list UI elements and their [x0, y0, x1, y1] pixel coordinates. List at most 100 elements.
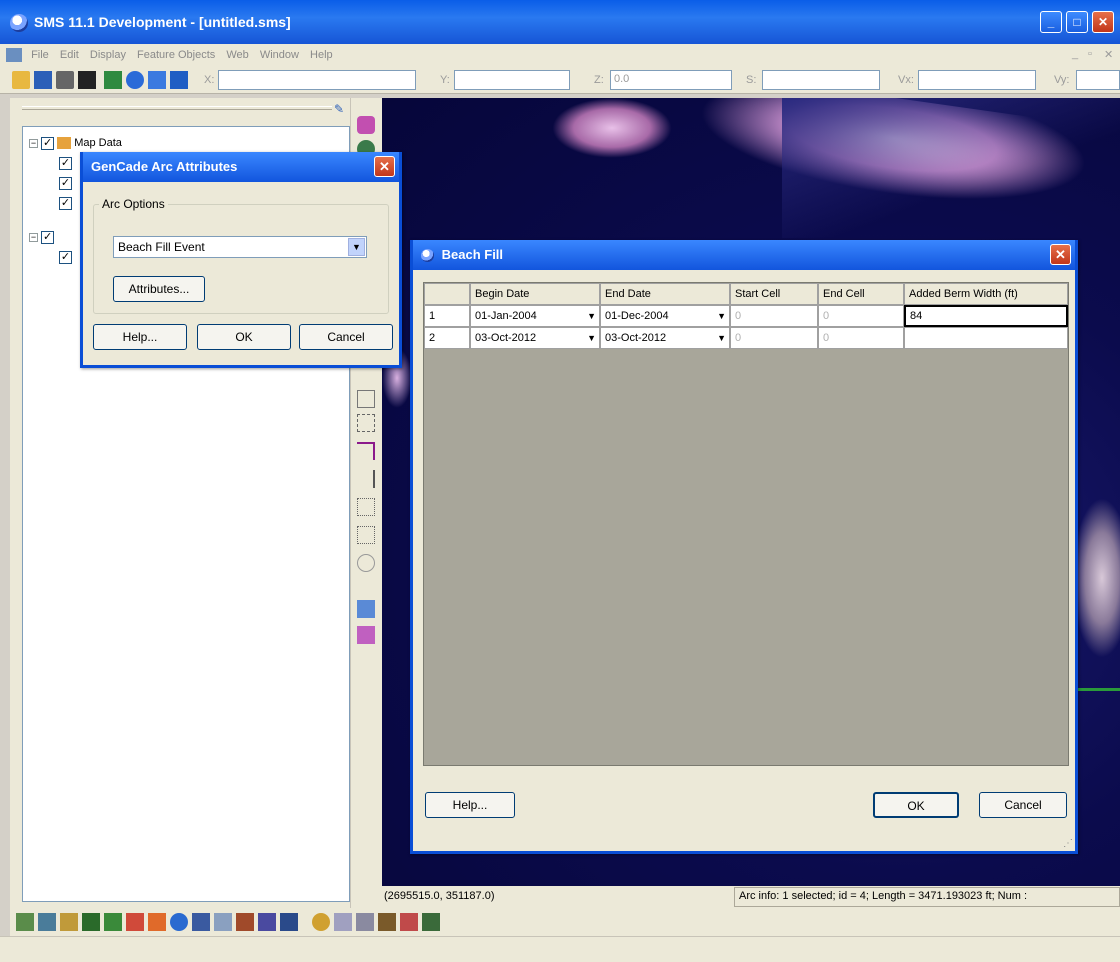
tree-child[interactable]: ✓ — [59, 197, 72, 210]
y-coord-field[interactable] — [454, 70, 570, 90]
beach-fill-help-button[interactable]: Help... — [425, 792, 515, 818]
map-data-checkbox[interactable]: ✓ — [41, 137, 55, 150]
zoom-icon[interactable] — [126, 71, 144, 89]
begin-date-dropdown[interactable]: 01-Jan-2004 ▼ — [470, 305, 600, 327]
column-header[interactable]: End Cell — [818, 283, 904, 305]
arc-dialog-close-button[interactable]: ✕ — [374, 156, 395, 177]
berm-width-input[interactable] — [904, 327, 1068, 349]
begin-date-dropdown[interactable]: 03-Oct-2012 ▼ — [470, 327, 600, 349]
chevron-down-icon[interactable]: ▼ — [587, 306, 596, 326]
image-icon[interactable] — [280, 913, 298, 931]
mdi-close-icon[interactable]: ✕ — [1104, 48, 1113, 61]
transform-icon[interactable] — [356, 913, 374, 931]
create-arc-icon[interactable] — [357, 442, 375, 460]
zoom-tool-icon[interactable] — [357, 554, 375, 572]
raster-icon[interactable] — [214, 913, 232, 931]
berm-width-input[interactable]: 84 — [904, 305, 1068, 327]
chevron-down-icon[interactable]: ▼ — [717, 328, 726, 348]
tree-checkbox[interactable]: ✓ — [59, 177, 72, 190]
display-options-icon[interactable] — [148, 71, 166, 89]
print-icon[interactable] — [56, 71, 74, 89]
open-icon[interactable] — [12, 71, 30, 89]
select-feature-icon[interactable] — [357, 116, 375, 134]
cartesian-grid-icon[interactable] — [82, 913, 100, 931]
measure-tool-icon[interactable] — [357, 600, 375, 618]
maximize-button[interactable]: □ — [1066, 11, 1088, 33]
mdi-restore-icon[interactable]: ▫ — [1088, 48, 1092, 60]
column-header[interactable]: End Date — [600, 283, 730, 305]
data-icon[interactable] — [422, 913, 440, 931]
collapse-icon[interactable]: − — [29, 233, 38, 242]
beach-fill-ok-button[interactable]: OK — [873, 792, 959, 818]
x-coord-field[interactable] — [218, 70, 416, 90]
s-field[interactable] — [762, 70, 880, 90]
uga-icon[interactable] — [258, 913, 276, 931]
menu-file[interactable]: File — [27, 44, 53, 66]
arc-type-select[interactable]: Beach Fill Event ▼ — [113, 236, 367, 258]
menu-display[interactable]: Display — [86, 44, 130, 66]
mesh-module-icon[interactable] — [16, 913, 34, 931]
refresh-icon[interactable] — [104, 71, 122, 89]
generic-model-icon[interactable] — [236, 913, 254, 931]
resize-grip-icon[interactable]: ⋰ — [1063, 838, 1073, 849]
arc-help-button[interactable]: Help... — [93, 324, 187, 350]
tree-child[interactable]: ✓ — [59, 251, 72, 264]
end-date-dropdown[interactable]: 03-Oct-2012 ▼ — [600, 327, 730, 349]
close-window-button[interactable]: ✕ — [1092, 11, 1114, 33]
tree-child[interactable]: ✓ — [59, 157, 72, 170]
tree-checkbox[interactable]: ✓ — [41, 231, 55, 244]
map-module-icon[interactable] — [126, 913, 144, 931]
arc-cancel-button[interactable]: Cancel — [299, 324, 393, 350]
quadtree-icon[interactable] — [104, 913, 122, 931]
menu-help[interactable]: Help — [306, 44, 337, 66]
scale-icon[interactable] — [334, 913, 352, 931]
beach-fill-close-button[interactable]: ✕ — [1050, 244, 1071, 265]
info-tool-icon[interactable] — [357, 626, 375, 644]
plot-icon[interactable] — [400, 913, 418, 931]
column-header[interactable]: Begin Date — [470, 283, 600, 305]
1d-grid-icon[interactable] — [192, 913, 210, 931]
arc-ok-button[interactable]: OK — [197, 324, 291, 350]
particle-module-icon[interactable] — [148, 913, 166, 931]
end-date-dropdown[interactable]: 01-Dec-2004 ▼ — [600, 305, 730, 327]
select-vertex-icon[interactable] — [357, 390, 375, 408]
select-arc-group-icon[interactable] — [357, 470, 375, 488]
axes-icon[interactable] — [170, 71, 188, 89]
column-header[interactable]: Added Berm Width (ft) — [904, 283, 1068, 305]
menu-window[interactable]: Window — [256, 44, 303, 66]
tree-child[interactable]: ✓ — [59, 177, 72, 190]
minimize-button[interactable]: _ — [1040, 11, 1062, 33]
scatter-module-icon[interactable] — [60, 913, 78, 931]
column-header[interactable]: Start Cell — [730, 283, 818, 305]
select-polygon-group-icon[interactable] — [357, 526, 375, 544]
delete-icon[interactable] — [78, 71, 96, 89]
attributes-button[interactable]: Attributes... — [113, 276, 205, 302]
grid-module-icon[interactable] — [38, 913, 56, 931]
menu-edit[interactable]: Edit — [56, 44, 83, 66]
tree-checkbox[interactable]: ✓ — [59, 157, 72, 170]
vy-field[interactable] — [1076, 70, 1120, 90]
annotation-icon[interactable] — [312, 913, 330, 931]
gis-module-icon[interactable] — [170, 913, 188, 931]
select-polygon-icon[interactable] — [357, 498, 375, 516]
tree-node-second[interactable]: − ✓ — [29, 231, 55, 244]
collapse-icon[interactable]: − — [29, 139, 38, 148]
chevron-down-icon[interactable]: ▼ — [587, 328, 596, 348]
mdi-minimize-icon[interactable]: _ — [1072, 48, 1078, 60]
select-arc-icon[interactable] — [357, 414, 375, 432]
arc-feature[interactable] — [1072, 688, 1120, 691]
vx-field[interactable] — [918, 70, 1036, 90]
tree-checkbox[interactable]: ✓ — [59, 197, 72, 210]
pin-icon[interactable]: ✎ — [334, 102, 344, 116]
menu-web[interactable]: Web — [222, 44, 252, 66]
tree-checkbox[interactable]: ✓ — [59, 251, 72, 264]
chevron-down-icon[interactable]: ▼ — [348, 238, 365, 256]
panel-grip[interactable] — [22, 106, 332, 110]
save-icon[interactable] — [34, 71, 52, 89]
tree-node-map-data[interactable]: − ✓ Map Data — [29, 137, 122, 150]
menu-feature-objects[interactable]: Feature Objects — [133, 44, 219, 66]
beach-fill-cancel-button[interactable]: Cancel — [979, 792, 1067, 818]
z-coord-field[interactable]: 0.0 — [610, 70, 732, 90]
chevron-down-icon[interactable]: ▼ — [717, 306, 726, 326]
properties-icon[interactable] — [378, 913, 396, 931]
